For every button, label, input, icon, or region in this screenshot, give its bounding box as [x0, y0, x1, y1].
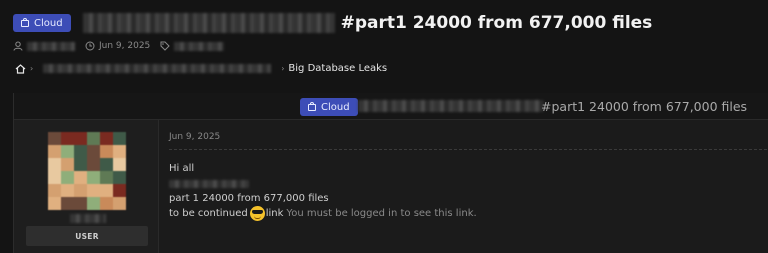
thread-meta: Jun 9, 2025 — [13, 39, 753, 53]
breadcrumb-separator: › — [30, 64, 34, 73]
thread-title: #part1 24000 from 677,000 files — [541, 99, 748, 114]
post-body: Hi all part 1 24000 from 677,000 files t… — [169, 161, 477, 221]
tag-icon — [160, 41, 170, 51]
thread-category-label: Cloud — [321, 101, 350, 113]
login-required-note: You must be logged in to see this link. — [286, 208, 477, 219]
thread-header-bar: Cloud #part1 24000 from 677,000 files — [14, 93, 768, 120]
redacted-tags[interactable] — [174, 41, 225, 51]
thread-container: Cloud #part1 24000 from 677,000 files US… — [13, 93, 768, 253]
redacted-username[interactable] — [70, 214, 106, 223]
title-row: Cloud #part1 24000 from 677,000 files — [13, 10, 753, 36]
breadcrumb-separator: › — [281, 64, 285, 73]
redacted-author-link[interactable] — [27, 41, 75, 51]
thread-category-badge[interactable]: Cloud — [300, 98, 358, 116]
post-author-panel: USER — [14, 120, 159, 253]
redacted-post-text — [169, 179, 249, 188]
breadcrumb: › › Big Database Leaks — [15, 63, 387, 74]
breadcrumb-current[interactable]: Big Database Leaks — [288, 63, 387, 74]
briefcase-icon — [308, 101, 316, 111]
redacted-thread-title — [358, 100, 544, 112]
post-date[interactable]: Jun 9, 2025 — [169, 132, 220, 142]
user-icon — [13, 41, 23, 51]
post-link-word: link — [265, 208, 284, 219]
page-title: #part1 24000 from 677,000 files — [340, 13, 653, 33]
thread-date[interactable]: Jun 9, 2025 — [99, 41, 150, 51]
redacted-breadcrumb[interactable] — [43, 64, 272, 73]
post-divider — [169, 149, 767, 150]
briefcase-icon — [21, 17, 29, 27]
category-badge-label: Cloud — [34, 17, 63, 29]
thread-title-header: Cloud #part1 24000 from 677,000 files Ju… — [13, 10, 753, 53]
post-continued-text: to be continued — [169, 208, 248, 219]
post-greeting: Hi all — [169, 163, 195, 174]
category-badge[interactable]: Cloud — [13, 14, 71, 32]
home-icon[interactable] — [15, 63, 26, 74]
sunglasses-emoji-icon — [249, 206, 265, 221]
avatar[interactable] — [48, 132, 126, 210]
redacted-title — [82, 13, 335, 33]
user-role-badge: USER — [26, 226, 148, 246]
post-line-files: part 1 24000 from 677,000 files — [169, 193, 329, 204]
clock-icon — [85, 41, 95, 51]
